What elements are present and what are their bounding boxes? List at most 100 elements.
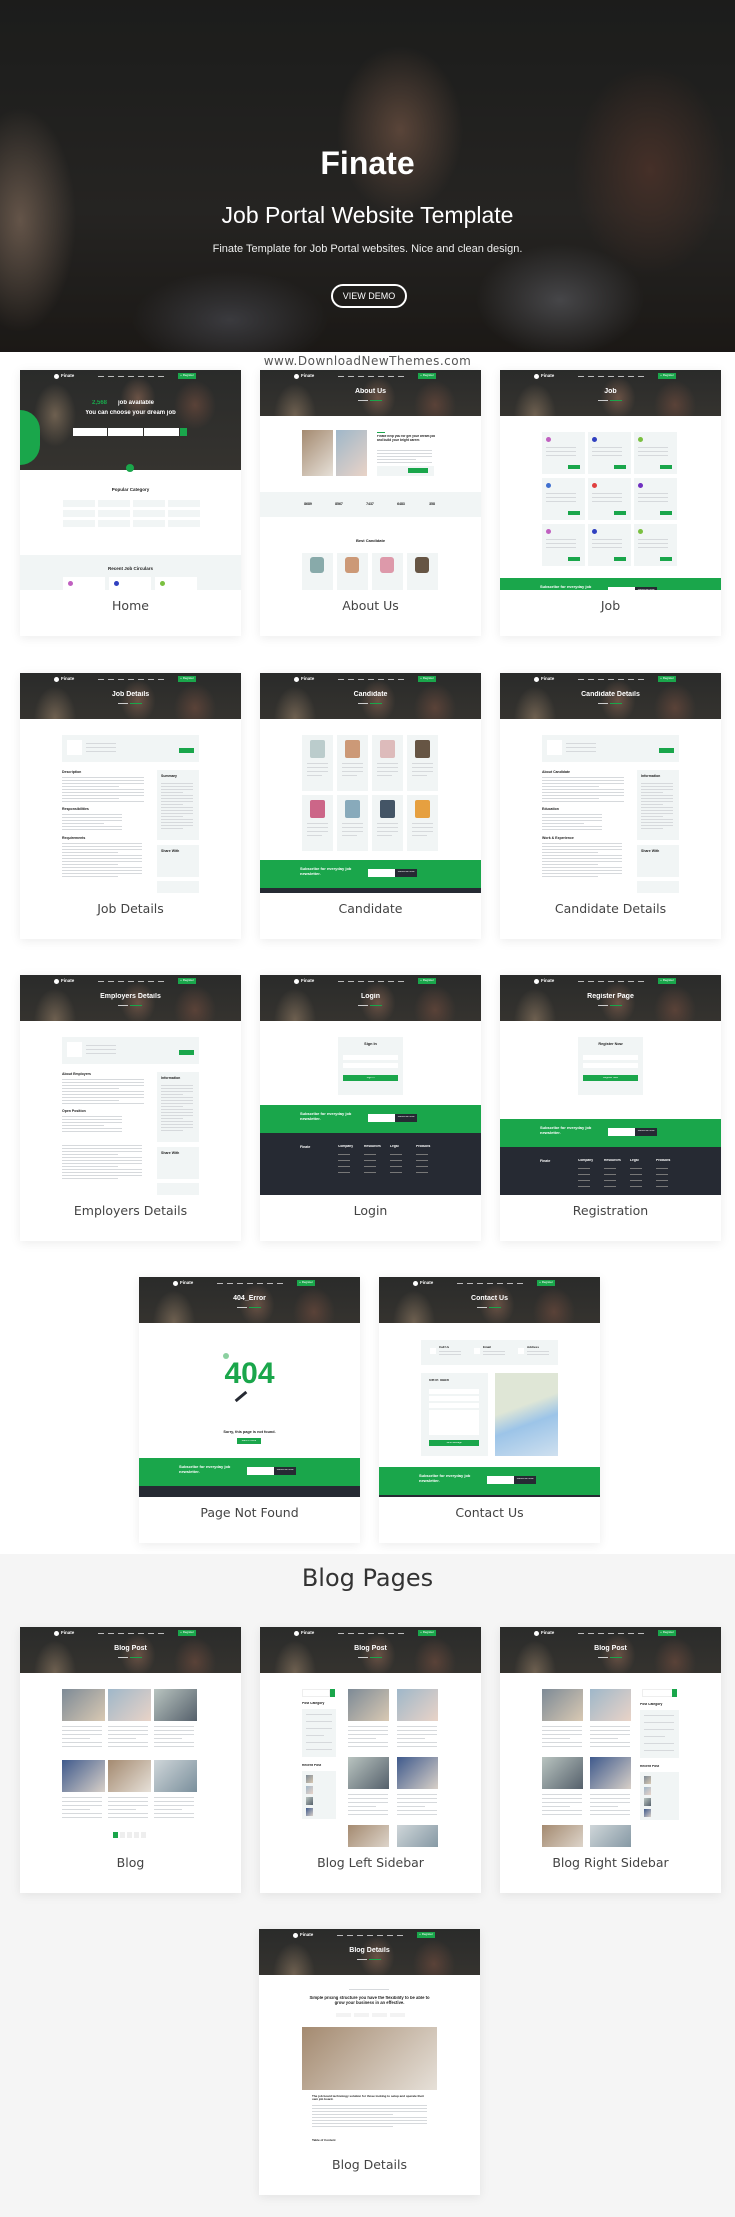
footer-link [390,1172,402,1173]
text-line [397,1742,437,1743]
thumb-page-title: Blog Post [594,1645,627,1652]
photo [542,1757,583,1789]
text-line [348,1746,388,1747]
text-line [161,795,193,796]
page-card-blog-left-sidebar[interactable]: Finate + Register Blog Post Post Category Re… [260,1627,481,1893]
text-line [483,1351,505,1352]
page-thumbnail[interactable]: Finate + Register Blog Post [20,1627,241,1847]
page-card-job-details[interactable]: Finate + Register Job Details Description Re… [20,673,241,939]
text-line [638,493,668,494]
hero-description: Finate Template for Job Portal websites.… [212,243,523,255]
page-thumbnail[interactable]: Finate + Register 2,568 job available You ca… [20,370,241,590]
text-line [590,1794,630,1795]
sidebar-heading: Share With [161,1151,180,1155]
page-thumbnail[interactable]: Finate + Register Blog Post Post Category Re… [260,1627,481,1847]
watermark: www.DownloadNewThemes.com [263,354,472,368]
nav-item [338,679,344,680]
text-line [154,1797,194,1798]
text-line [542,817,602,818]
page-card-login[interactable]: Finate + Register Login Sign In Sign In Subsc… [260,975,481,1241]
nav-item [338,1633,344,1634]
text-line [161,816,184,817]
page-card-employers-details[interactable]: Finate + Register Employers Details About E… [20,975,241,1241]
footer-link [364,1154,376,1155]
page-card-home[interactable]: Finate + Register 2,568 job available You ca… [20,370,241,636]
text-line [542,1746,582,1747]
text-line [542,855,622,856]
photo [154,1760,197,1792]
nav-item [158,981,164,982]
section-heading: Open Position [62,1109,86,1113]
page-thumbnail[interactable]: Finate + Register Candidate Subscribe for e… [260,673,481,893]
text-line [62,1160,142,1161]
page-thumbnail[interactable]: Finate + Register About Us Finate help you … [260,370,481,590]
text-line [641,798,673,799]
page-thumbnail[interactable]: Finate + Register 404_Error 404 Sorry, this … [139,1277,360,1497]
register-label: + Register [180,374,194,377]
page-thumbnail[interactable]: Finate + Register Job Subscribe for everyda… [500,370,721,590]
thumb-page-title: 404_Error [233,1295,266,1302]
thumb-page-title: Blog Details [349,1947,390,1954]
page-thumbnail[interactable]: Finate + Register Blog Details Simple prici… [259,1929,480,2149]
breadcrumb-active [249,1307,261,1308]
page-card-candidate[interactable]: Finate + Register Candidate Subscribe for e… [260,673,481,939]
candidate-photo [415,800,430,818]
footer-link [390,1166,402,1167]
photo [108,1760,151,1792]
page-card-candidate-details[interactable]: Finate + Register Candidate Details About C… [500,673,721,939]
text-line [62,826,122,827]
page-card-job[interactable]: Finate + Register Job Subscribe for everyda… [500,370,721,636]
submit-label: Sign In [366,1076,375,1079]
page-thumbnail[interactable]: Finate + Register Candidate Details About C… [500,673,721,893]
sidebar-heading: Information [161,1076,181,1080]
page-card-blog-right-sidebar[interactable]: Finate + Register Blog Post Post Category Re… [500,1627,721,1893]
section-heading: Work & Experience [542,836,574,840]
page-thumbnail[interactable]: Finate + Register Login Sign In Sign In Subsc… [260,975,481,1195]
text-line [546,455,576,456]
text-line [377,453,432,454]
text-line [542,1734,582,1735]
page-thumbnail[interactable]: Finate + Register Register Page Register No… [500,975,721,1195]
nav-item [128,1633,134,1634]
text-line [108,1813,148,1814]
text-line [641,810,673,811]
text-line [306,1728,332,1729]
text-line [62,1166,118,1167]
breadcrumb-active [130,1657,142,1658]
thumb-page-title: About Us [354,388,387,395]
text-line [62,1148,142,1149]
page-thumbnail[interactable]: Finate + Register Contact Us Call Us Email Ad… [379,1277,600,1497]
text-line [62,1085,144,1086]
logo-icon [294,979,299,984]
text-line [342,763,363,764]
page-card-registration[interactable]: Finate + Register Register Page Register No… [500,975,721,1241]
view-demo-button[interactable]: VIEW DEMO [331,284,407,308]
logo-icon [54,677,59,682]
text-line [542,852,598,853]
text-line [62,855,142,856]
text-line [161,789,193,790]
page-card-page-not-found[interactable]: Finate + Register 404_Error 404 Sorry, this … [139,1277,360,1543]
card-label: Candidate Details [554,901,667,916]
text-line [62,1145,142,1146]
text-line [62,1738,90,1739]
page-thumbnail[interactable]: Finate + Register Employers Details About E… [20,975,241,1195]
photo [108,1689,151,1721]
page-card-blog[interactable]: Finate + Register Blog Post Blog [20,1627,241,1893]
breadcrumb [358,703,368,704]
company-logo [546,437,551,442]
text-line [62,861,142,862]
page-card-contact-us[interactable]: Finate + Register Contact Us Call Us Email Ad… [379,1277,600,1543]
text-line [348,1730,388,1731]
footer-link [364,1166,376,1167]
page-thumbnail[interactable]: Finate + Register Job Details Description Re… [20,673,241,893]
apply-button [614,557,626,561]
page-thumbnail[interactable]: Finate + Register Blog Post Post Category Re… [500,1627,721,1847]
input-field [343,1063,398,1068]
nav-item [588,376,594,377]
nav-item [358,679,364,680]
nav-item [638,981,644,982]
page-card-about-us[interactable]: Finate + Register About Us Finate help you … [260,370,481,636]
page-card-blog-details[interactable]: Finate + Register Blog Details Simple prici… [259,1929,480,2195]
footer-link [338,1154,350,1155]
